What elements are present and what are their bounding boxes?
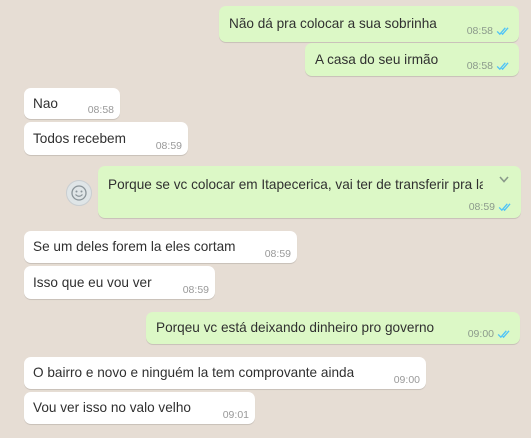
double-check-icon <box>498 203 511 212</box>
message-time: 08:58 <box>87 104 114 116</box>
message-time: 09:00 <box>393 374 420 386</box>
chevron-down-icon[interactable] <box>499 176 509 183</box>
message-time: 09:01 <box>222 409 249 421</box>
message-text: A casa do seu irmão <box>315 52 439 67</box>
smiley-avatar-icon[interactable] <box>66 180 92 206</box>
message-bubble-outgoing[interactable]: A casa do seu irmão 08:58 <box>305 43 519 76</box>
message-time: 08:58 <box>466 25 493 37</box>
message-bubble-incoming[interactable]: Vou ver isso no valo velho 09:01 <box>24 392 255 424</box>
message-meta: 08:58 <box>88 104 114 116</box>
message-time: 09:00 <box>467 328 494 340</box>
smiley-icon <box>71 185 87 201</box>
message-bubble-outgoing[interactable]: Porqeu vc está deixando dinheiro pro gov… <box>146 312 520 344</box>
message-text: Vou ver isso no valo velho <box>33 400 191 415</box>
message-text: Porqeu vc está deixando dinheiro pro gov… <box>156 320 435 335</box>
chat-panel: Não dá pra colocar a sua sobrinha 08:58 … <box>0 0 531 438</box>
message-meta: 08:59 <box>156 140 182 152</box>
message-meta: 08:59 <box>183 284 209 296</box>
message-bubble-incoming[interactable]: O bairro e novo e ninguém la tem comprov… <box>24 357 426 389</box>
message-bubble-outgoing[interactable]: Não dá pra colocar a sua sobrinha 08:58 <box>219 6 519 42</box>
message-time: 08:58 <box>466 60 493 72</box>
message-time: 08:59 <box>155 140 182 152</box>
message-text: Porque se vc colocar em Itapecerica, vai… <box>108 177 483 192</box>
message-meta: 08:59 <box>265 248 291 260</box>
message-bubble-incoming[interactable]: Isso que eu vou ver 08:59 <box>24 266 215 299</box>
message-bubble-outgoing[interactable]: Porque se vc colocar em Itapecerica, vai… <box>98 166 521 218</box>
message-bubble-incoming[interactable]: Se um deles forem la eles cortam 08:59 <box>24 231 297 263</box>
message-meta: 09:00 <box>468 328 512 340</box>
message-text: O bairro e novo e ninguém la tem comprov… <box>33 365 355 380</box>
message-text: Isso que eu vou ver <box>33 275 152 290</box>
message-bubble-incoming[interactable]: Nao 08:58 <box>24 88 120 119</box>
message-meta: 09:00 <box>394 374 420 386</box>
message-time: 08:59 <box>182 284 209 296</box>
message-meta: 09:01 <box>223 409 249 421</box>
message-time: 08:59 <box>468 201 495 213</box>
message-text: Todos recebem <box>33 131 126 146</box>
double-check-icon <box>497 330 510 339</box>
message-text: Não dá pra colocar a sua sobrinha <box>229 16 437 31</box>
message-time: 08:59 <box>264 248 291 260</box>
double-check-icon <box>496 62 509 71</box>
message-text: Se um deles forem la eles cortam <box>33 239 236 254</box>
message-meta: 08:59 <box>469 201 513 213</box>
message-text: Nao <box>33 96 58 111</box>
message-meta: 08:58 <box>467 25 511 37</box>
message-bubble-incoming[interactable]: Todos recebem 08:59 <box>24 122 188 155</box>
message-meta: 08:58 <box>467 60 511 72</box>
double-check-icon <box>496 27 509 36</box>
